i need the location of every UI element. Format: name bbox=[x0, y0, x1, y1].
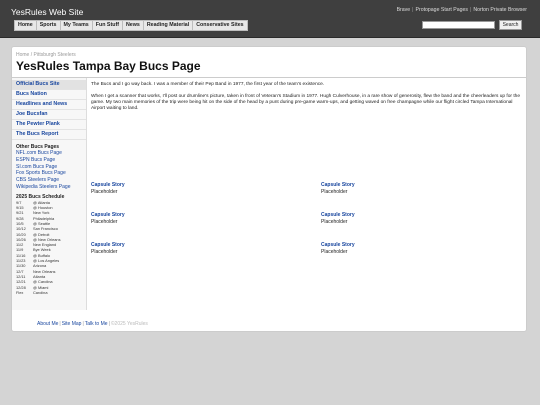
sidebar-item-bucs-report[interactable]: The Bucs Report bbox=[12, 130, 86, 140]
story-paragraph: When I get a scanner that works, I'll po… bbox=[91, 94, 521, 111]
capsule-story-link[interactable]: Capsule Story bbox=[91, 182, 125, 189]
capsule-story: Capsule Story Placeholder bbox=[91, 182, 125, 195]
separator: | bbox=[82, 321, 84, 327]
capsule-placeholder: Placeholder bbox=[321, 249, 348, 255]
capsule-story-link[interactable]: Capsule Story bbox=[91, 212, 125, 219]
page-title: YesRules Tampa Bay Bucs Page bbox=[16, 59, 201, 73]
schedule-date: Flex bbox=[16, 289, 24, 295]
capsule-story-link[interactable]: Capsule Story bbox=[321, 212, 355, 219]
top-link-norton[interactable]: Norton Private Browser bbox=[473, 7, 527, 13]
intro-paragraph: The Bucs and I go way back. I was a memb… bbox=[91, 82, 325, 87]
capsule-placeholder: Placeholder bbox=[91, 219, 118, 225]
top-link-protopage[interactable]: Protopage Start Pages bbox=[416, 7, 469, 13]
copyright: ©2025 YesRules bbox=[110, 321, 148, 327]
schedule: 2025 Bucs Schedule 9/7 @ Atlanta 9/15 @ Ho… bbox=[12, 194, 86, 295]
schedule-row: Flex Carolina bbox=[12, 290, 86, 295]
search-input[interactable] bbox=[422, 21, 495, 29]
schedule-opponent: Carolina bbox=[33, 289, 48, 295]
sidebar-item-official-bucs-site[interactable]: Official Bucs Site bbox=[12, 80, 86, 90]
menu-item-sports[interactable]: Sports bbox=[37, 21, 61, 30]
capsule-story: Capsule Story Placeholder bbox=[321, 212, 355, 225]
footer: About Me|Site Map|Talk to Me|©2025 YesRu… bbox=[37, 321, 148, 327]
menu-item-reading-material[interactable]: Reading Material bbox=[144, 21, 194, 30]
menu-item-fun-stuff[interactable]: Fun Stuff bbox=[93, 21, 123, 30]
other-link-fox[interactable]: Fox Sports Bucs Page bbox=[12, 170, 86, 177]
capsule-story: Capsule Story Placeholder bbox=[321, 182, 355, 195]
other-link-nfl[interactable]: NFL.com Bucs Page bbox=[12, 150, 86, 157]
sidebar: Official Bucs Site Bucs Nation Headlines… bbox=[12, 78, 87, 310]
menu-item-home[interactable]: Home bbox=[15, 21, 37, 30]
footer-link-about-me[interactable]: About Me bbox=[37, 321, 58, 327]
separator: | bbox=[108, 321, 110, 327]
menu-item-news[interactable]: News bbox=[123, 21, 144, 30]
other-link-si[interactable]: SI.com Bucs Page bbox=[12, 164, 86, 171]
header-divider bbox=[12, 77, 526, 78]
top-bar: YesRules Web Site Brave | Protopage Start … bbox=[0, 0, 540, 38]
other-link-wikipedia[interactable]: Wikipedia Steelers Page bbox=[12, 184, 86, 191]
capsule-placeholder: Placeholder bbox=[91, 249, 118, 255]
footer-link-site-map[interactable]: Site Map bbox=[62, 321, 82, 327]
breadcrumb-home[interactable]: Home bbox=[16, 52, 29, 58]
page-content: Home / Pittsburgh Steelers YesRules Tamp… bbox=[11, 46, 527, 332]
separator: | bbox=[59, 321, 61, 327]
other-link-cbs[interactable]: CBS Steelers Page bbox=[12, 177, 86, 184]
main-menu: Home Sports My Teams Fun Stuff News Read… bbox=[14, 20, 248, 31]
top-link-brave[interactable]: Brave bbox=[397, 7, 411, 13]
sidebar-item-joe-bucsfan[interactable]: Joe Bucsfan bbox=[12, 110, 86, 120]
separator: | bbox=[412, 7, 414, 13]
footer-link-talk-to-me[interactable]: Talk to Me bbox=[85, 321, 108, 327]
sidebar-item-pewter-plank[interactable]: The Pewter Plank bbox=[12, 120, 86, 130]
sidebar-nav: Official Bucs Site Bucs Nation Headlines… bbox=[12, 80, 86, 140]
capsule-placeholder: Placeholder bbox=[321, 219, 348, 225]
main-content: The Bucs and I go way back. I was a memb… bbox=[91, 82, 523, 118]
search-button[interactable]: Search bbox=[499, 20, 522, 30]
other-link-espn[interactable]: ESPN Bucs Page bbox=[12, 157, 86, 164]
breadcrumb: Home / Pittsburgh Steelers bbox=[16, 52, 76, 58]
capsule-story-link[interactable]: Capsule Story bbox=[321, 242, 355, 249]
capsule-story-link[interactable]: Capsule Story bbox=[321, 182, 355, 189]
top-links: Brave | Protopage Start Pages | Norton Priva… bbox=[397, 7, 527, 13]
breadcrumb-current[interactable]: Pittsburgh Steelers bbox=[34, 52, 76, 58]
sidebar-item-bucs-nation[interactable]: Bucs Nation bbox=[12, 90, 86, 100]
separator: | bbox=[470, 7, 472, 13]
capsule-story: Capsule Story Placeholder bbox=[91, 212, 125, 225]
site-name[interactable]: YesRules Web Site bbox=[11, 7, 83, 17]
capsule-placeholder: Placeholder bbox=[321, 189, 348, 195]
menu-item-conservative-sites[interactable]: Conservative Sites bbox=[193, 21, 246, 30]
other-pages: Other Bucs Pages NFL.com Bucs Page ESPN … bbox=[12, 144, 86, 191]
capsule-story: Capsule Story Placeholder bbox=[91, 242, 125, 255]
menu-item-my-teams[interactable]: My Teams bbox=[61, 21, 93, 30]
breadcrumb-separator: / bbox=[30, 52, 33, 58]
sidebar-item-headlines-news[interactable]: Headlines and News bbox=[12, 100, 86, 110]
capsule-story-link[interactable]: Capsule Story bbox=[91, 242, 125, 249]
capsule-placeholder: Placeholder bbox=[91, 189, 118, 195]
capsule-story: Capsule Story Placeholder bbox=[321, 242, 355, 255]
